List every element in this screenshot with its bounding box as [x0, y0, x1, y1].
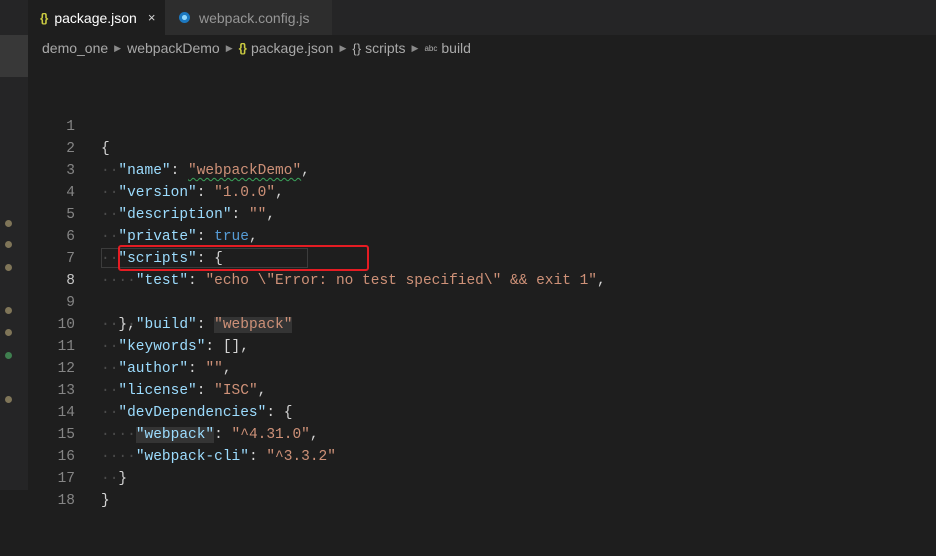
- code-line: 12 ··"license": "ISC",: [28, 336, 936, 399]
- line-text: }: [101, 493, 110, 509]
- json-file-icon: {}: [40, 10, 48, 25]
- breadcrumb-item-demo-one[interactable]: demo_one: [42, 40, 108, 56]
- breadcrumb-item-build[interactable]: build: [441, 40, 471, 56]
- code-line: 11 ··"author": "",: [28, 314, 936, 377]
- gutter-dot: [5, 352, 12, 359]
- string-icon: abc: [424, 43, 438, 53]
- code-line: 18: [28, 468, 936, 509]
- code-editor[interactable]: 1 { 2 ··"name": "webpackDemo", 3 ··"vers…: [28, 61, 936, 509]
- tab-label: package.json: [54, 9, 137, 26]
- code-line: 9 ··},: [28, 270, 936, 333]
- breadcrumb-item-scripts[interactable]: scripts: [365, 40, 405, 56]
- object-icon: {}: [352, 40, 362, 56]
- tab-bar: {} package.json × webpack.config.js: [28, 0, 936, 35]
- chevron-right-icon: ▶: [339, 42, 347, 53]
- annotation-highlight-box: [118, 245, 369, 271]
- code-line: 17 }: [28, 446, 936, 509]
- tab-package-json[interactable]: {} package.json ×: [28, 0, 165, 35]
- code-line: 3 ··"version": "1.0.0",: [28, 138, 936, 201]
- close-icon[interactable]: ×: [148, 10, 156, 25]
- code-line: 13 ··"devDependencies": {: [28, 358, 936, 421]
- gutter-dot: [5, 329, 12, 336]
- code-line: 6 ··"scripts": {: [28, 204, 936, 267]
- breadcrumb: demo_one ▶ webpackDemo ▶ {} package.json…: [28, 35, 936, 61]
- tab-webpack-config[interactable]: webpack.config.js: [165, 0, 332, 35]
- code-line: 2 ··"name": "webpackDemo",: [28, 116, 936, 179]
- code-line: 1 {: [28, 94, 936, 157]
- chevron-right-icon: ▶: [225, 42, 233, 53]
- code-line: 15 ····"webpack-cli": "^3.3.2": [28, 402, 936, 465]
- gutter-dot: [5, 264, 12, 271]
- code-line: 16 ··}: [28, 424, 936, 487]
- breadcrumb-item-webpackdemo[interactable]: webpackDemo: [127, 40, 220, 56]
- chevron-right-icon: ▶: [114, 42, 122, 53]
- gutter-dot: [5, 220, 12, 227]
- gutter-dot: [5, 241, 12, 248]
- code-line: 14 ····"webpack": "^4.31.0",: [28, 380, 936, 443]
- tab-label: webpack.config.js: [199, 9, 310, 26]
- gutter-dot: [5, 396, 12, 403]
- gutter-dot: [5, 307, 12, 314]
- line-number: 18: [57, 493, 75, 509]
- json-file-icon: {}: [238, 41, 247, 55]
- left-gutter-strip: [0, 0, 28, 490]
- code-line: 4 ··"description": "",: [28, 160, 936, 223]
- breadcrumb-item-package-json[interactable]: package.json: [251, 40, 334, 56]
- code-line: 5 ··"private": true,: [28, 182, 936, 245]
- left-strip-block: [0, 35, 28, 77]
- code-line: 10 ··"keywords": [],: [28, 292, 936, 355]
- chevron-right-icon: ▶: [411, 42, 419, 53]
- webpack-file-icon: [179, 12, 190, 23]
